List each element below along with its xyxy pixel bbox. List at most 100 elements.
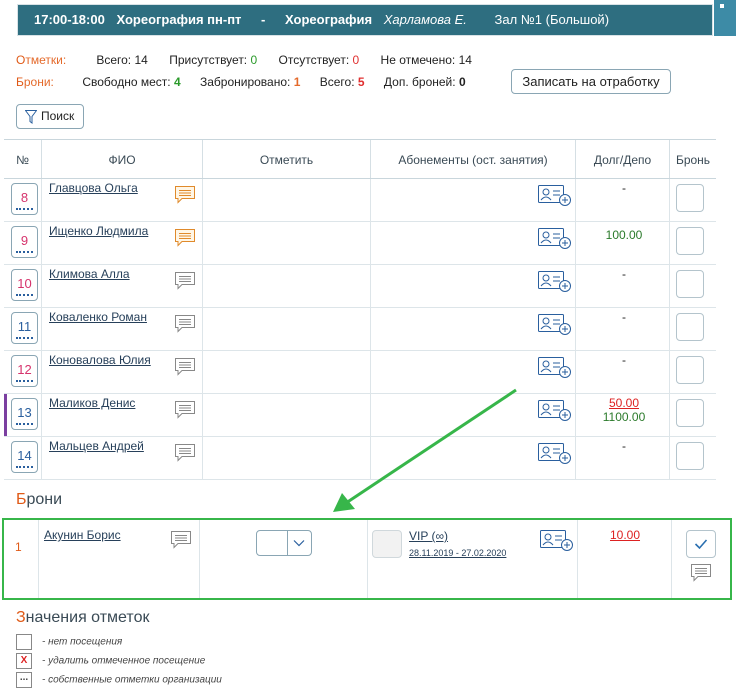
bookings-total: 5 [357, 75, 365, 89]
row-debt: - [578, 439, 670, 453]
booking-checkbox[interactable] [676, 356, 704, 384]
comment-icon[interactable] [174, 185, 196, 205]
client-name-link[interactable]: Коновалова Юлия [49, 353, 151, 367]
comment-icon[interactable] [174, 271, 196, 291]
add-subscription-icon[interactable] [540, 530, 574, 554]
makeup-button[interactable]: Записать на отработку [511, 69, 671, 94]
row-mark-cell[interactable] [203, 222, 371, 265]
row-number-button[interactable]: 14 [11, 441, 38, 473]
row-number-button[interactable]: 8 [11, 183, 38, 215]
row-mark-cell[interactable] [203, 394, 371, 437]
table-row: 8 Главцова Ольга - [4, 179, 716, 222]
row-number-button[interactable]: 11 [11, 312, 38, 344]
extra-bookings: 0 [458, 75, 466, 89]
extra-bookings-label: Доп. броней: [383, 75, 456, 89]
booking-row: 1 Акунин Борис VIP (∞) 28.11.2019 - 27.0… [4, 520, 730, 598]
lesson-class-name: Хореография пн-пт [116, 12, 242, 27]
booking-checkbox[interactable] [676, 399, 704, 427]
booking-checkbox[interactable] [676, 442, 704, 470]
debt-value[interactable]: 50.00 [578, 396, 670, 410]
lesson-dash: - [261, 12, 266, 27]
row-number-button[interactable]: 12 [11, 355, 38, 387]
add-subscription-icon[interactable] [538, 400, 572, 424]
booked-count: 1 [293, 75, 301, 89]
booking-checkbox[interactable] [676, 227, 704, 255]
col-subscriptions: Абонементы (ост. занятия) [371, 140, 576, 178]
client-name-link[interactable]: Маликов Денис [49, 396, 135, 410]
corner-tab[interactable] [714, 0, 736, 36]
row-num-cell: 13 [4, 394, 42, 437]
row-number: 8 [20, 190, 29, 205]
row-number: 13 [17, 405, 32, 420]
booking-number: 1 [15, 540, 22, 554]
marks-unmarked-label: Не отмечено: [380, 53, 456, 67]
legend-custom-box: ... [16, 672, 32, 688]
subscription-checkbox[interactable] [372, 530, 402, 558]
booking-comment-icon[interactable] [690, 563, 712, 583]
bookings-section-title: Брони [16, 491, 62, 509]
row-mark-cell[interactable] [203, 179, 371, 222]
marks-label: Отметки: [16, 53, 67, 67]
client-name-link[interactable]: Ищенко Людмила [49, 224, 148, 238]
comment-icon[interactable] [174, 357, 196, 377]
row-mark-cell[interactable] [203, 351, 371, 394]
bookings-label: Брони: [16, 75, 54, 89]
client-name-link[interactable]: Мальцев Андрей [49, 439, 144, 453]
deposit-value: 100.00 [605, 228, 643, 242]
client-name-link[interactable]: Климова Алла [49, 267, 130, 281]
comment-icon[interactable] [174, 400, 196, 420]
search-button[interactable]: Поиск [16, 104, 84, 129]
client-name-link[interactable]: Коваленко Роман [49, 310, 147, 324]
booking-mark-select[interactable] [256, 530, 312, 556]
add-subscription-icon[interactable] [538, 185, 572, 209]
chevron-down-icon [293, 540, 305, 547]
booking-checkbox[interactable] [676, 184, 704, 212]
table-header: № ФИО Отметить Абонементы (ост. занятия)… [4, 139, 716, 179]
booking-num-cell: 1 [4, 520, 39, 598]
marks-present-label: Присутствует: [169, 53, 248, 67]
row-num-cell: 9 [4, 222, 42, 265]
marks-present: 0 [250, 53, 258, 67]
add-subscription-icon[interactable] [538, 357, 572, 381]
col-booking: Бронь [675, 153, 711, 167]
col-number: № [4, 140, 42, 178]
add-subscription-icon[interactable] [538, 314, 572, 338]
legend-custom-text: - собственные отметки организации [42, 674, 222, 686]
booking-checkbox[interactable] [676, 270, 704, 298]
row-number: 14 [17, 448, 32, 463]
marks-total: 14 [134, 53, 148, 67]
comment-icon[interactable] [174, 228, 196, 248]
legend-delete-text: - удалить отмеченное посещение [42, 655, 206, 667]
booking-highlight-frame: 1 Акунин Борис VIP (∞) 28.11.2019 - 27.0… [2, 518, 732, 600]
table-row: 9 Ищенко Людмила 100.00 [4, 222, 716, 265]
client-name-link[interactable]: Главцова Ольга [49, 181, 138, 195]
row-number: 11 [17, 319, 32, 334]
free-places-label: Свободно мест: [82, 75, 171, 89]
row-mark-cell[interactable] [203, 265, 371, 308]
booking-name-cell: Акунин Борис [39, 520, 200, 598]
row-number-button[interactable]: 10 [11, 269, 38, 301]
lesson-style: Хореография [285, 12, 373, 27]
booking-checkbox[interactable] [676, 313, 704, 341]
table-row: 14 Мальцев Андрей - [4, 437, 716, 480]
comment-icon[interactable] [170, 530, 192, 550]
row-debt: 50.00 1100.00 [578, 396, 670, 424]
row-mark-cell[interactable] [203, 308, 371, 351]
row-debt: - [578, 310, 670, 324]
bookings-total-label: Всего: [319, 75, 355, 89]
comment-icon[interactable] [174, 314, 196, 334]
row-debt: - [578, 353, 670, 367]
booking-debt[interactable]: 10.00 [578, 528, 672, 542]
row-mark-cell[interactable] [203, 437, 371, 480]
col-name: ФИО [42, 140, 203, 178]
booking-client-name[interactable]: Акунин Борис [44, 528, 121, 542]
add-subscription-icon[interactable] [538, 271, 572, 295]
row-number-button[interactable]: 9 [11, 226, 38, 258]
debt-dash: - [622, 353, 626, 367]
comment-icon[interactable] [174, 443, 196, 463]
subscription-name[interactable]: VIP (∞) [409, 529, 448, 543]
confirm-booking-button[interactable] [686, 530, 716, 558]
row-number-button[interactable]: 13 [11, 398, 38, 430]
add-subscription-icon[interactable] [538, 228, 572, 252]
add-subscription-icon[interactable] [538, 443, 572, 467]
